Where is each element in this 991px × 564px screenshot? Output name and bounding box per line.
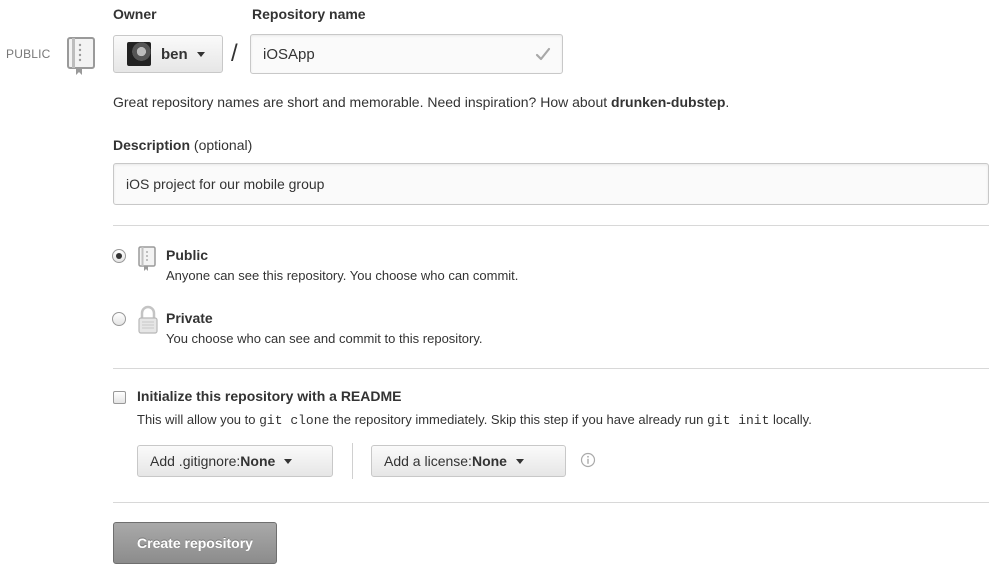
init-readme-desc: This will allow you to git clone the rep… (137, 412, 812, 428)
owner-name: ben (161, 45, 188, 63)
git-clone-code: git clone (259, 413, 330, 428)
gitignore-select[interactable]: Add .gitignore: None (137, 445, 333, 477)
avatar (127, 42, 151, 66)
private-radio[interactable] (112, 312, 126, 326)
owner-label: Owner (113, 6, 157, 22)
visibility-badge-label: PUBLIC (6, 47, 51, 61)
owner-repo-separator: / (231, 40, 238, 67)
init-readme-checkbox[interactable] (113, 391, 126, 404)
repo-name-input[interactable] (250, 34, 563, 74)
public-desc: Anyone can see this repository. You choo… (166, 268, 519, 283)
license-select[interactable]: Add a license: None (371, 445, 566, 477)
private-title: Private (166, 310, 213, 326)
git-init-code: git init (707, 413, 770, 428)
chevron-down-icon (284, 458, 293, 464)
repo-name-label: Repository name (252, 6, 366, 22)
divider (113, 225, 989, 226)
divider (113, 502, 989, 503)
repo-book-icon (67, 37, 95, 75)
checkmark-icon (535, 47, 551, 61)
gitignore-value: None (240, 453, 276, 469)
chevron-down-icon (515, 458, 524, 464)
private-desc: You choose who can see and commit to thi… (166, 331, 483, 346)
create-repository-button[interactable]: Create repository (113, 522, 277, 564)
description-optional: (optional) (190, 137, 253, 153)
license-label: Add a license: (384, 453, 472, 469)
description-input[interactable] (113, 163, 989, 205)
public-radio[interactable] (112, 249, 126, 263)
repo-book-icon (138, 246, 156, 271)
public-title: Public (166, 247, 209, 263)
select-divider (352, 443, 353, 479)
lock-icon (138, 305, 158, 334)
license-value: None (471, 453, 507, 469)
info-icon[interactable] (580, 452, 596, 468)
gitignore-label: Add .gitignore: (150, 453, 241, 469)
init-desc-part: This will allow you to (137, 412, 260, 427)
description-label: Description (optional) (113, 137, 252, 153)
hint-end: . (725, 94, 730, 110)
init-readme-title: Initialize this repository with a README (137, 388, 402, 404)
name-suggestion[interactable]: drunken-dubstep (611, 94, 725, 110)
divider (113, 368, 989, 369)
chevron-down-icon (196, 51, 205, 57)
hint-text: Great repository names are short and mem… (113, 94, 612, 110)
owner-select[interactable]: ben (113, 35, 223, 73)
init-desc-part: locally. (769, 412, 812, 427)
description-label-text: Description (113, 137, 191, 153)
init-desc-part: the repository immediately. Skip this st… (329, 412, 707, 427)
repo-name-hint: Great repository names are short and mem… (113, 94, 729, 110)
